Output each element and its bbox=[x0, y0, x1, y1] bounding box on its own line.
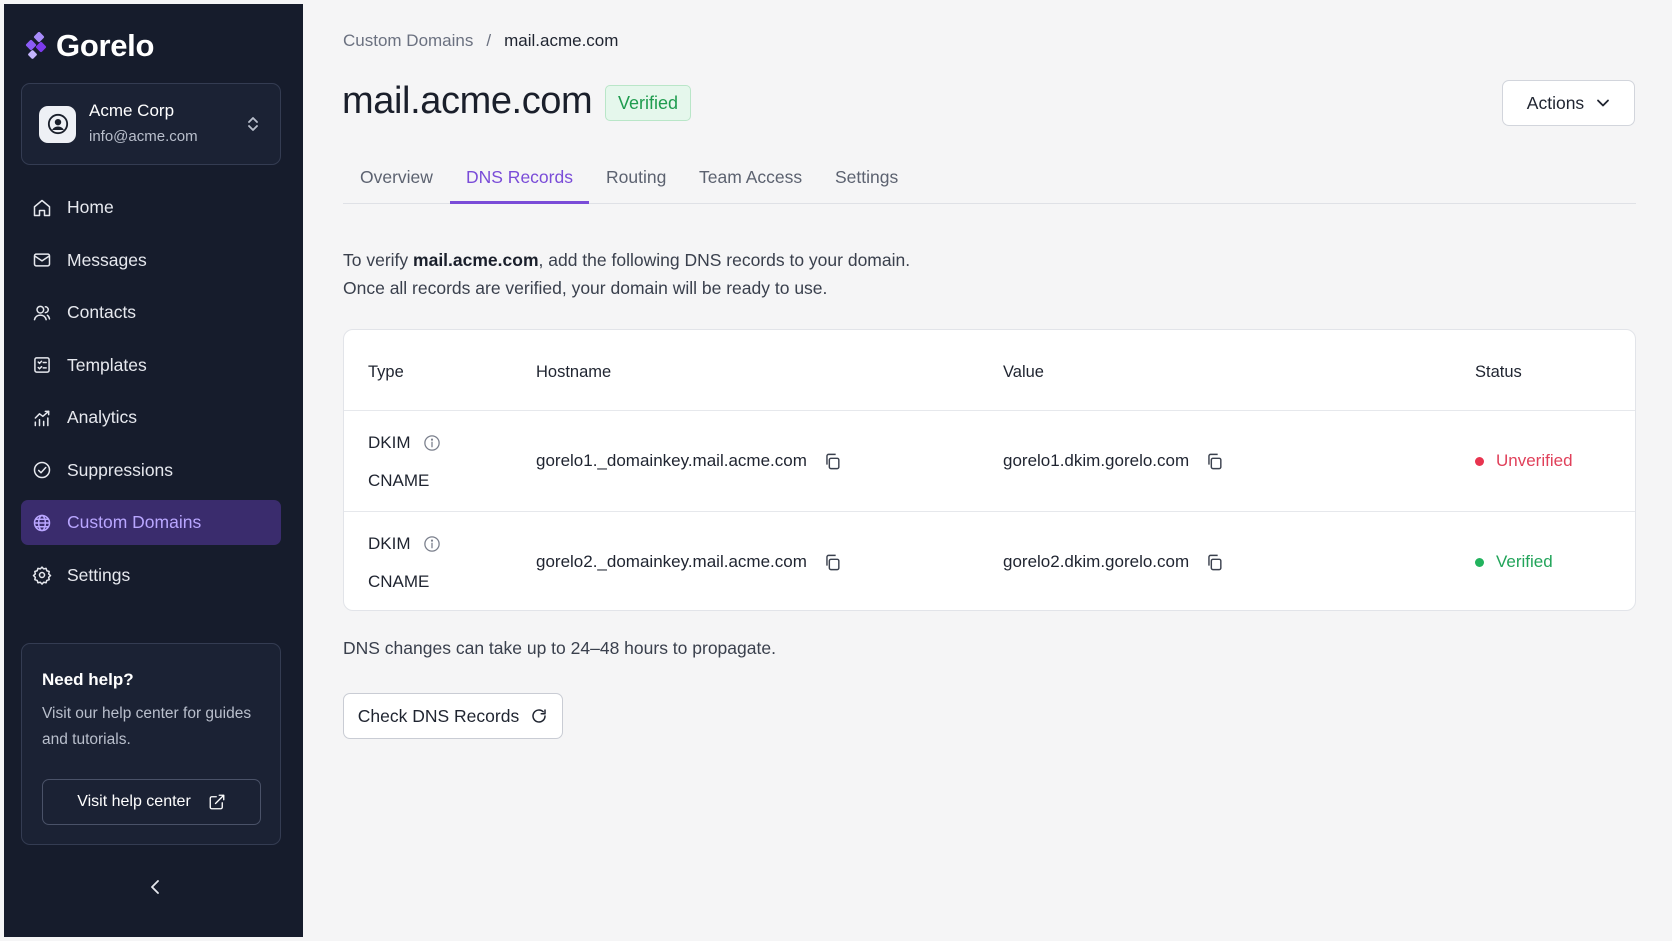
account-name: Acme Corp bbox=[89, 101, 175, 120]
help-button-label: Visit help center bbox=[77, 793, 191, 810]
brand-name: Gorelo bbox=[56, 28, 155, 63]
record-type-name: DKIM bbox=[368, 433, 441, 453]
sidebar-item-analytics[interactable]: Analytics bbox=[21, 395, 281, 440]
hostname-cell: gorelo1._domainkey.mail.acme.com bbox=[536, 451, 842, 471]
suppressions-icon bbox=[31, 459, 53, 481]
copy-icon[interactable] bbox=[823, 452, 842, 471]
check-button-label: Check DNS Records bbox=[357, 705, 520, 726]
help-card: Need help? Visit our help center for gui… bbox=[21, 643, 281, 845]
chevron-down-icon bbox=[1596, 98, 1610, 108]
tab-routing[interactable]: Routing bbox=[606, 167, 666, 188]
visit-help-center-button[interactable]: Visit help center bbox=[42, 779, 261, 825]
sidebar-item-label: Contacts bbox=[67, 302, 137, 322]
tab-dns-records[interactable]: DNS Records bbox=[466, 167, 573, 188]
record-type-name: DKIM bbox=[368, 534, 441, 554]
sidebar-nav: Home Messages Contacts Templates Analyti… bbox=[21, 185, 281, 605]
table-row: DKIM CNAME gorelo1._domainkey.mail.acme.… bbox=[344, 411, 1635, 511]
value-cell: gorelo1.dkim.gorelo.com bbox=[1003, 451, 1224, 471]
copy-icon[interactable] bbox=[1205, 452, 1224, 471]
chevron-left-icon bbox=[148, 878, 162, 896]
tab-team-access[interactable]: Team Access bbox=[699, 167, 802, 188]
column-header-type: Type bbox=[368, 363, 404, 381]
status-badge: Verified bbox=[605, 85, 692, 121]
sidebar-item-label: Suppressions bbox=[67, 459, 174, 480]
intro-line-2: Once all records are verified, your doma… bbox=[343, 278, 828, 298]
globe-icon bbox=[31, 512, 53, 534]
contacts-icon bbox=[31, 302, 53, 324]
dns-records-table: Type Hostname Value Status DKIM CNAME go… bbox=[343, 329, 1636, 611]
gorelo-logo-icon bbox=[22, 32, 50, 60]
status-text: Verified bbox=[1496, 552, 1553, 571]
page-title: mail.acme.com bbox=[342, 80, 593, 122]
account-switcher[interactable]: Acme Corp info@acme.com bbox=[21, 83, 281, 165]
intro-text: To verify mail.acme.com, add the followi… bbox=[343, 246, 910, 302]
breadcrumb-current: mail.acme.com bbox=[504, 31, 619, 50]
hostname-value: gorelo1._domainkey.mail.acme.com bbox=[536, 451, 807, 470]
collapse-sidebar-button[interactable] bbox=[144, 876, 166, 898]
info-icon[interactable] bbox=[423, 535, 441, 553]
user-icon bbox=[47, 113, 68, 135]
actions-dropdown-button[interactable]: Actions bbox=[1502, 80, 1635, 126]
breadcrumb-parent[interactable]: Custom Domains bbox=[343, 31, 473, 51]
refresh-icon bbox=[530, 707, 548, 725]
active-tab-indicator bbox=[450, 201, 589, 204]
intro-domain: mail.acme.com bbox=[413, 250, 539, 270]
actions-label: Actions bbox=[1526, 92, 1585, 113]
column-header-value: Value bbox=[1003, 363, 1044, 381]
status-dot bbox=[1475, 456, 1484, 466]
copy-icon[interactable] bbox=[823, 553, 842, 572]
sidebar-item-label: Messages bbox=[67, 249, 147, 270]
sidebar: Gorelo Acme Corp info@acme.com Home Mess… bbox=[4, 4, 303, 937]
sidebar-item-settings[interactable]: Settings bbox=[21, 553, 281, 598]
sidebar-item-suppressions[interactable]: Suppressions bbox=[21, 448, 281, 493]
sidebar-item-contacts[interactable]: Contacts bbox=[21, 290, 281, 335]
templates-icon bbox=[31, 354, 53, 376]
sidebar-item-home[interactable]: Home bbox=[21, 185, 281, 230]
record-value: gorelo1.dkim.gorelo.com bbox=[1003, 451, 1190, 470]
chevron-up-down-icon bbox=[246, 114, 260, 134]
account-email: info@acme.com bbox=[89, 128, 198, 145]
status-text: Unverified bbox=[1496, 451, 1573, 470]
propagation-note: DNS changes can take up to 24–48 hours t… bbox=[343, 638, 776, 658]
hostname-cell: gorelo2._domainkey.mail.acme.com bbox=[536, 552, 842, 572]
status-cell: Unverified bbox=[1475, 451, 1573, 471]
info-icon[interactable] bbox=[423, 434, 441, 452]
help-text: Visit our help center for guides and tut… bbox=[42, 705, 252, 748]
status-cell: Verified bbox=[1475, 552, 1553, 572]
record-value: gorelo2.dkim.gorelo.com bbox=[1003, 552, 1190, 571]
hostname-value: gorelo2._domainkey.mail.acme.com bbox=[536, 552, 807, 571]
sidebar-item-label: Home bbox=[67, 197, 114, 217]
check-dns-records-button[interactable]: Check DNS Records bbox=[343, 693, 563, 739]
table-row: DKIM CNAME gorelo2._domainkey.mail.acme.… bbox=[344, 512, 1635, 612]
sidebar-item-templates[interactable]: Templates bbox=[21, 343, 281, 388]
tab-settings[interactable]: Settings bbox=[835, 167, 898, 188]
intro-line-1: To verify mail.acme.com, add the followi… bbox=[343, 250, 911, 270]
external-link-icon bbox=[208, 793, 226, 811]
column-header-hostname: Hostname bbox=[536, 363, 612, 381]
sidebar-item-label: Analytics bbox=[67, 407, 138, 427]
tab-bar: Overview DNS Records Routing Team Access… bbox=[343, 155, 1636, 204]
copy-icon[interactable] bbox=[1205, 553, 1224, 572]
sidebar-item-label: Templates bbox=[67, 354, 147, 375]
gear-icon bbox=[31, 564, 53, 586]
record-type: CNAME bbox=[368, 572, 430, 591]
status-dot bbox=[1475, 557, 1484, 567]
sidebar-item-messages[interactable]: Messages bbox=[21, 238, 281, 283]
column-header-status: Status bbox=[1475, 363, 1522, 381]
home-icon bbox=[31, 197, 53, 219]
breadcrumb-separator: / bbox=[486, 31, 492, 50]
value-cell: gorelo2.dkim.gorelo.com bbox=[1003, 552, 1224, 572]
sidebar-item-label: Settings bbox=[67, 564, 131, 585]
breadcrumb: Custom Domains / mail.acme.com bbox=[343, 31, 618, 51]
help-title: Need help? bbox=[42, 670, 134, 689]
analytics-icon bbox=[31, 407, 53, 429]
avatar bbox=[39, 105, 76, 143]
tab-overview[interactable]: Overview bbox=[360, 167, 433, 188]
record-type: CNAME bbox=[368, 471, 430, 490]
logo[interactable]: Gorelo bbox=[22, 28, 154, 64]
sidebar-item-label: Custom Domains bbox=[67, 512, 202, 532]
mail-icon bbox=[31, 249, 53, 271]
sidebar-item-custom-domains[interactable]: Custom Domains bbox=[21, 500, 281, 545]
